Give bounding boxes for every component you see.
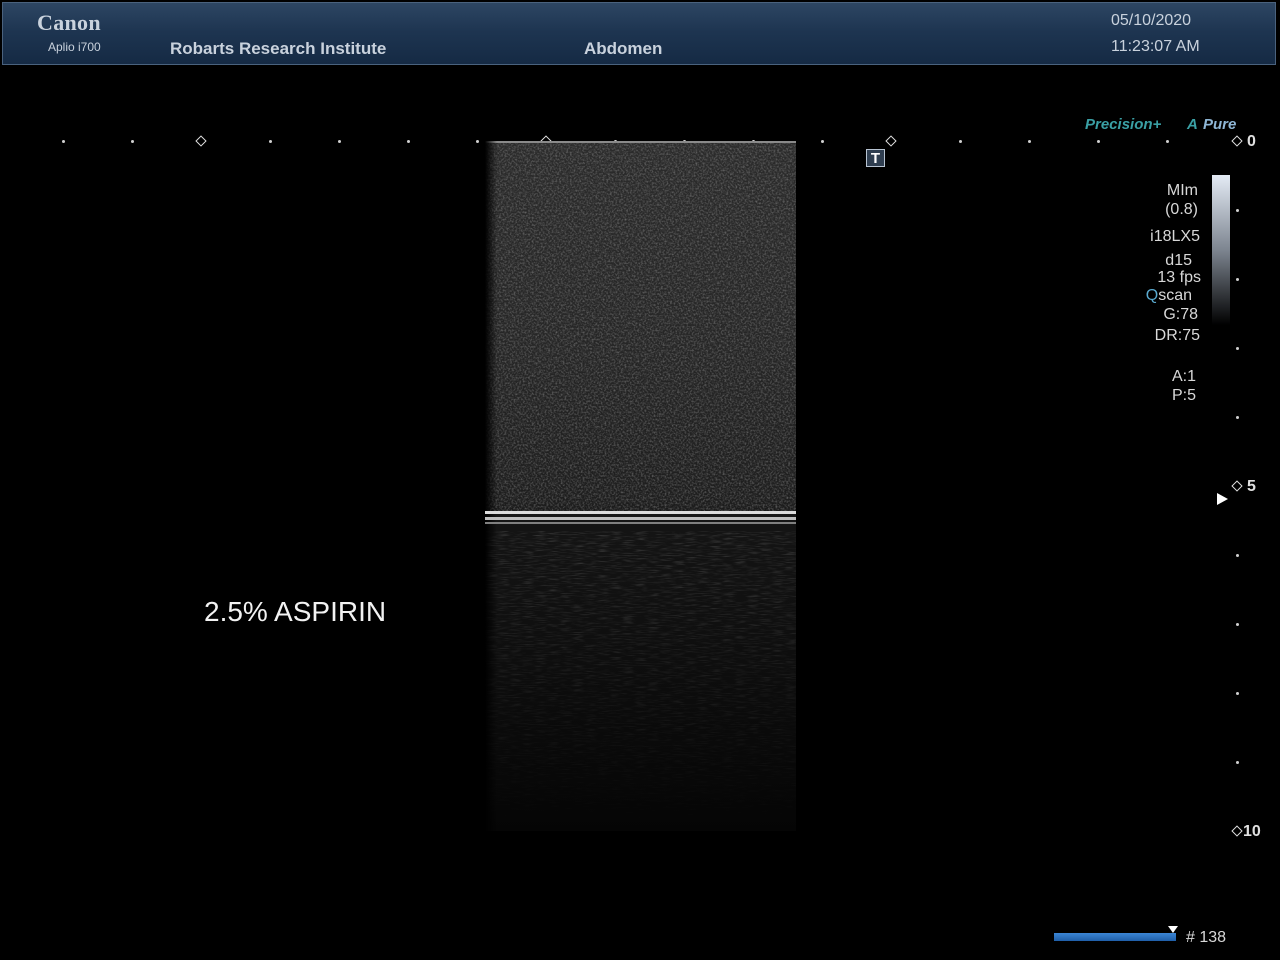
frame-number: # 138 xyxy=(1186,929,1227,946)
speckle-texture xyxy=(485,141,796,831)
institute-name: Robarts Research Institute xyxy=(170,39,387,58)
ruler-minor-tick xyxy=(338,140,341,143)
exam-time: 11:23:07 AM xyxy=(1111,38,1200,55)
qscan-q: Q xyxy=(1145,287,1159,304)
interface-reflection-2 xyxy=(485,517,796,520)
depth-minor-tick xyxy=(1236,416,1239,419)
probe-surface-line xyxy=(485,141,796,143)
model-name: Aplio i700 xyxy=(48,40,101,54)
depth-major-tick xyxy=(1231,135,1243,147)
depth-minor-tick xyxy=(1236,623,1239,626)
p-value: P:5 xyxy=(1171,387,1196,404)
ruler-minor-tick xyxy=(62,140,65,143)
ruler-minor-tick xyxy=(821,140,824,143)
interface-reflection xyxy=(485,511,796,514)
ruler-minor-tick xyxy=(1097,140,1100,143)
ruler-minor-tick xyxy=(476,140,479,143)
depth-minor-tick xyxy=(1236,761,1239,764)
exam-preset: Abdomen xyxy=(584,39,663,58)
qscan-label: Qscan xyxy=(1130,287,1192,305)
dynamic-range-value: DR:75 xyxy=(1154,327,1200,344)
ruler-minor-tick xyxy=(959,140,962,143)
gain-value: G:78 xyxy=(1163,306,1198,323)
mi-value: (0.8) xyxy=(1165,201,1198,218)
edge-shadow xyxy=(485,141,497,831)
exam-date: 05/10/2020 xyxy=(1111,12,1192,29)
ruler-minor-tick xyxy=(131,140,134,143)
depth-label-0: 0 xyxy=(1247,133,1256,150)
ruler-major-tick xyxy=(195,135,207,147)
qscan-rest: scan xyxy=(1158,287,1192,304)
depth-major-tick xyxy=(1231,825,1243,837)
ruler-minor-tick xyxy=(269,140,272,143)
t-marker-icon[interactable]: T xyxy=(866,149,885,167)
focus-marker-icon[interactable] xyxy=(1217,493,1228,505)
depth-label-5: 5 xyxy=(1247,478,1256,495)
depth-major-tick xyxy=(1231,480,1243,492)
cine-pointer-icon[interactable] xyxy=(1168,926,1178,933)
mi-label: MIm xyxy=(1166,182,1198,199)
depth-minor-tick xyxy=(1236,347,1239,350)
depth-minor-tick xyxy=(1236,692,1239,695)
a-value: A:1 xyxy=(1171,368,1196,385)
depth-minor-tick xyxy=(1236,554,1239,557)
apure-pure-label: Pure xyxy=(1203,116,1237,133)
ruler-minor-tick xyxy=(1166,140,1169,143)
grayscale-bar xyxy=(1212,175,1230,325)
apure-a-label: A xyxy=(1187,116,1198,133)
ruler-major-tick xyxy=(885,135,897,147)
depth-label-10: 10 xyxy=(1243,823,1261,840)
header-bar: Canon Aplio i700 Robarts Research Instit… xyxy=(2,2,1276,65)
precision-mode-label: Precision+ xyxy=(1085,116,1162,133)
cine-progress-bar[interactable] xyxy=(1054,933,1176,941)
brand-logo: Canon xyxy=(37,10,101,35)
ultrasound-image xyxy=(485,141,796,831)
annotation-text: 2.5% ASPIRIN xyxy=(204,596,387,627)
depth-minor-tick xyxy=(1236,209,1239,212)
depth-minor-tick xyxy=(1236,278,1239,281)
interface-reflection-3 xyxy=(485,522,796,524)
transducer-name: i18LX5 xyxy=(1150,228,1200,245)
ruler-minor-tick xyxy=(1028,140,1031,143)
frame-rate: 13 fps xyxy=(1157,269,1201,286)
depth-setting: d15 xyxy=(1165,252,1192,269)
ruler-minor-tick xyxy=(407,140,410,143)
